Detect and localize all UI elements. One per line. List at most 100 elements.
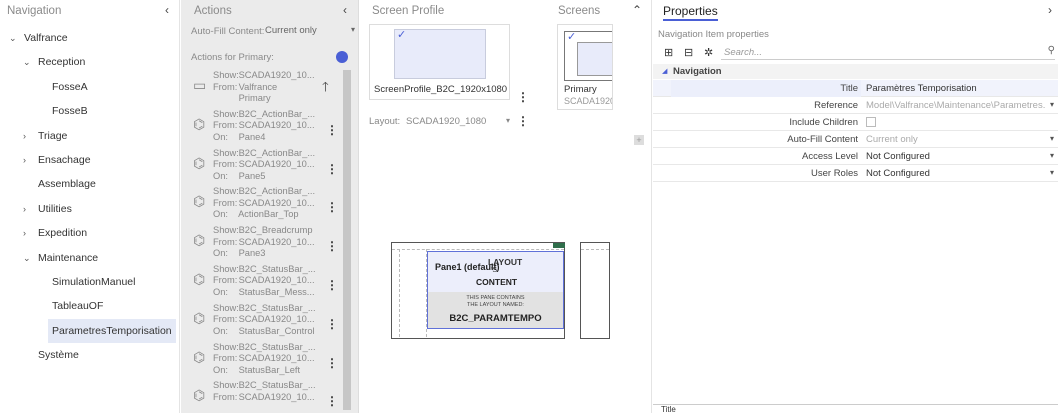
action-from-line: From: SCADA1920_10... [213,237,315,249]
property-label: Access Level [802,151,858,162]
actions-scrollbar[interactable] [343,70,351,410]
action-item[interactable]: ⌬ Show: B2C_Breadcrump From: SCADA1920_10.… [191,225,339,264]
action-item[interactable]: ⌬ Show: B2C_ActionBar_... From: SCADA1920_… [191,109,339,148]
tree-item-label: ParametresTemporisation [48,318,176,343]
properties-search-input[interactable]: Search... ⚲ [721,45,1055,60]
property-row[interactable]: Include Children [653,114,1058,131]
layout-select[interactable]: SCADA1920_1080 ▾ [406,116,510,127]
from-label: From: [213,353,238,364]
tree-item[interactable]: › Triage [0,124,180,148]
tree-item[interactable]: SimulationManuel [0,270,180,294]
tree-item[interactable]: › Utilities [0,197,180,221]
navigation-group-header[interactable]: ◢ Navigation [653,64,1058,79]
tree-item[interactable]: TableauOF [0,294,180,318]
tree-item-label: Ensachage [38,153,91,166]
action-on-line: On: StatusBar_Mess... [213,287,316,299]
properties-panel: Properties › Navigation Item properties … [653,0,1060,413]
actions-title: Actions [194,5,232,17]
tree-item[interactable]: ⌄ Reception [0,50,180,74]
on-label: On: [213,170,228,181]
action-item[interactable]: ⌬ Show: B2C_StatusBar_... From: SCADA1920_… [191,264,339,303]
collapse-screens-icon[interactable]: ⌃ [632,3,642,17]
action-menu-icon[interactable]: ⋮ [326,317,338,331]
expander-icon[interactable]: ⌄ [23,246,31,270]
collapse-navigation-icon[interactable]: ‹ [165,3,169,17]
pane1-preview[interactable]: LAYOUT 'S CONTENT Pane1 (default) THIS P… [427,251,564,329]
action-type-icon: ⌬ [193,193,206,210]
tree-item-label: SimulationManuel [52,275,136,288]
property-value[interactable]: Paramètres Temporisation [866,83,1046,94]
expander-icon[interactable]: › [23,197,26,221]
expander-icon[interactable]: › [23,124,26,148]
property-row[interactable]: Reference Model\Valfrance\Maintenance\Par… [653,97,1058,114]
screen-profile-label: ScreenProfile_B2C_1920x1080 [374,84,508,95]
action-item[interactable]: ⌬ Show: B2C_ActionBar_... From: SCADA1920_… [191,148,339,187]
search-icon: ⚲ [1047,45,1055,56]
add-action-button[interactable] [336,51,348,63]
tree-item[interactable]: FosseB [0,99,180,123]
tab-properties[interactable]: Properties [663,4,718,21]
search-placeholder: Search... [724,47,763,58]
screen-profile-menu-icon[interactable]: ⋮ [517,90,529,104]
autofill-select[interactable]: Current only ▾ [265,25,355,39]
action-menu-icon[interactable]: ⋮ [326,239,338,253]
action-menu-icon[interactable]: ⋮ [326,356,338,370]
tree-item[interactable]: › Expedition [0,221,180,245]
property-value[interactable]: Current only [866,134,1046,145]
tree-item-label: Système [38,349,79,362]
action-menu-icon[interactable]: ⋮ [326,123,338,137]
chevron-down-icon[interactable]: ▾ [1050,151,1054,160]
screen-layout-name: SCADA1920 [564,96,613,106]
expander-icon[interactable]: ⌄ [23,50,31,74]
show-label: Show: [213,341,239,352]
collapse-properties-icon[interactable]: › [1048,3,1052,17]
tree-item[interactable]: Assemblage [0,172,180,196]
show-label: Show: [213,70,239,80]
tree-item[interactable]: ⌄ Maintenance [0,246,180,270]
collapse-actions-icon[interactable]: ‹ [343,3,347,17]
chevron-down-icon[interactable]: ▾ [1050,134,1054,143]
tree-item[interactable]: ⌄ Valfrance [0,26,180,50]
action-item[interactable]: ▭ Show: SCADA1920_10... From: Valfrance Pr… [191,70,339,109]
navigation-panel: Navigation ‹ ⌄ Valfrance ⌄ Reception FosseA F… [0,0,180,413]
action-item[interactable]: ⌬ Show: B2C_StatusBar_... From: SCADA1920_… [191,303,339,342]
tree-item[interactable]: › Ensachage [0,148,180,172]
action-item[interactable]: ⌬ Show: B2C_StatusBar_... From: SCADA1920_… [191,380,339,413]
on-value: Primary [238,93,271,103]
add-screen-button[interactable]: + [634,135,644,145]
from-value: SCADA1920_10... [238,120,315,131]
expander-icon[interactable]: › [23,221,26,245]
secondary-layout-preview[interactable] [580,242,610,339]
action-item[interactable]: ⌬ Show: B2C_StatusBar_... From: SCADA1920_… [191,342,339,381]
chevron-down-icon[interactable]: ▾ [1050,100,1054,109]
action-menu-icon[interactable]: ⋮ [326,278,338,292]
include-children-checkbox[interactable] [866,117,876,127]
grid-view-icon[interactable]: ⊞ [664,46,673,59]
layout-menu-icon[interactable]: ⋮ [517,114,529,128]
property-row[interactable]: Auto-Fill Content Current only ▾ [653,131,1058,148]
collapse-all-icon[interactable]: ⊟ [684,46,693,59]
chevron-down-icon[interactable]: ▾ [1050,168,1054,177]
tree-item-label: Triage [38,129,68,142]
property-value[interactable]: Not Configured [866,151,1046,162]
action-menu-icon[interactable]: ⋮ [326,200,338,214]
move-up-icon[interactable]: 🡑 [322,78,329,100]
property-value[interactable]: Not Configured [866,168,1046,179]
property-value[interactable]: Model\Valfrance\Maintenance\Parametres..… [866,100,1046,111]
property-row[interactable]: Title Paramètres Temporisation [653,80,1058,97]
action-item[interactable]: ⌬ Show: B2C_ActionBar_... From: SCADA1920_… [191,186,339,225]
description-title: Title [661,405,676,413]
expander-icon[interactable]: › [23,148,26,172]
pin-icon[interactable]: ✲ [704,46,713,59]
expander-icon[interactable]: ⌄ [9,26,17,50]
action-details: Show: B2C_Breadcrump From: SCADA1920_10..… [213,225,315,260]
property-row[interactable]: User Roles Not Configured ▾ [653,165,1058,182]
tree-item[interactable]: ParametresTemporisation [0,318,180,343]
action-menu-icon[interactable]: ⋮ [326,394,338,408]
tree-item[interactable]: Système [0,343,180,367]
action-menu-icon[interactable]: ⋮ [326,162,338,176]
screen-profile-card[interactable]: ✓ ScreenProfile_B2C_1920x1080 [369,24,510,100]
screen-card-primary[interactable]: ✓ Primary SCADA1920 [557,24,613,110]
property-row[interactable]: Access Level Not Configured ▾ [653,148,1058,165]
tree-item[interactable]: FosseA [0,75,180,99]
